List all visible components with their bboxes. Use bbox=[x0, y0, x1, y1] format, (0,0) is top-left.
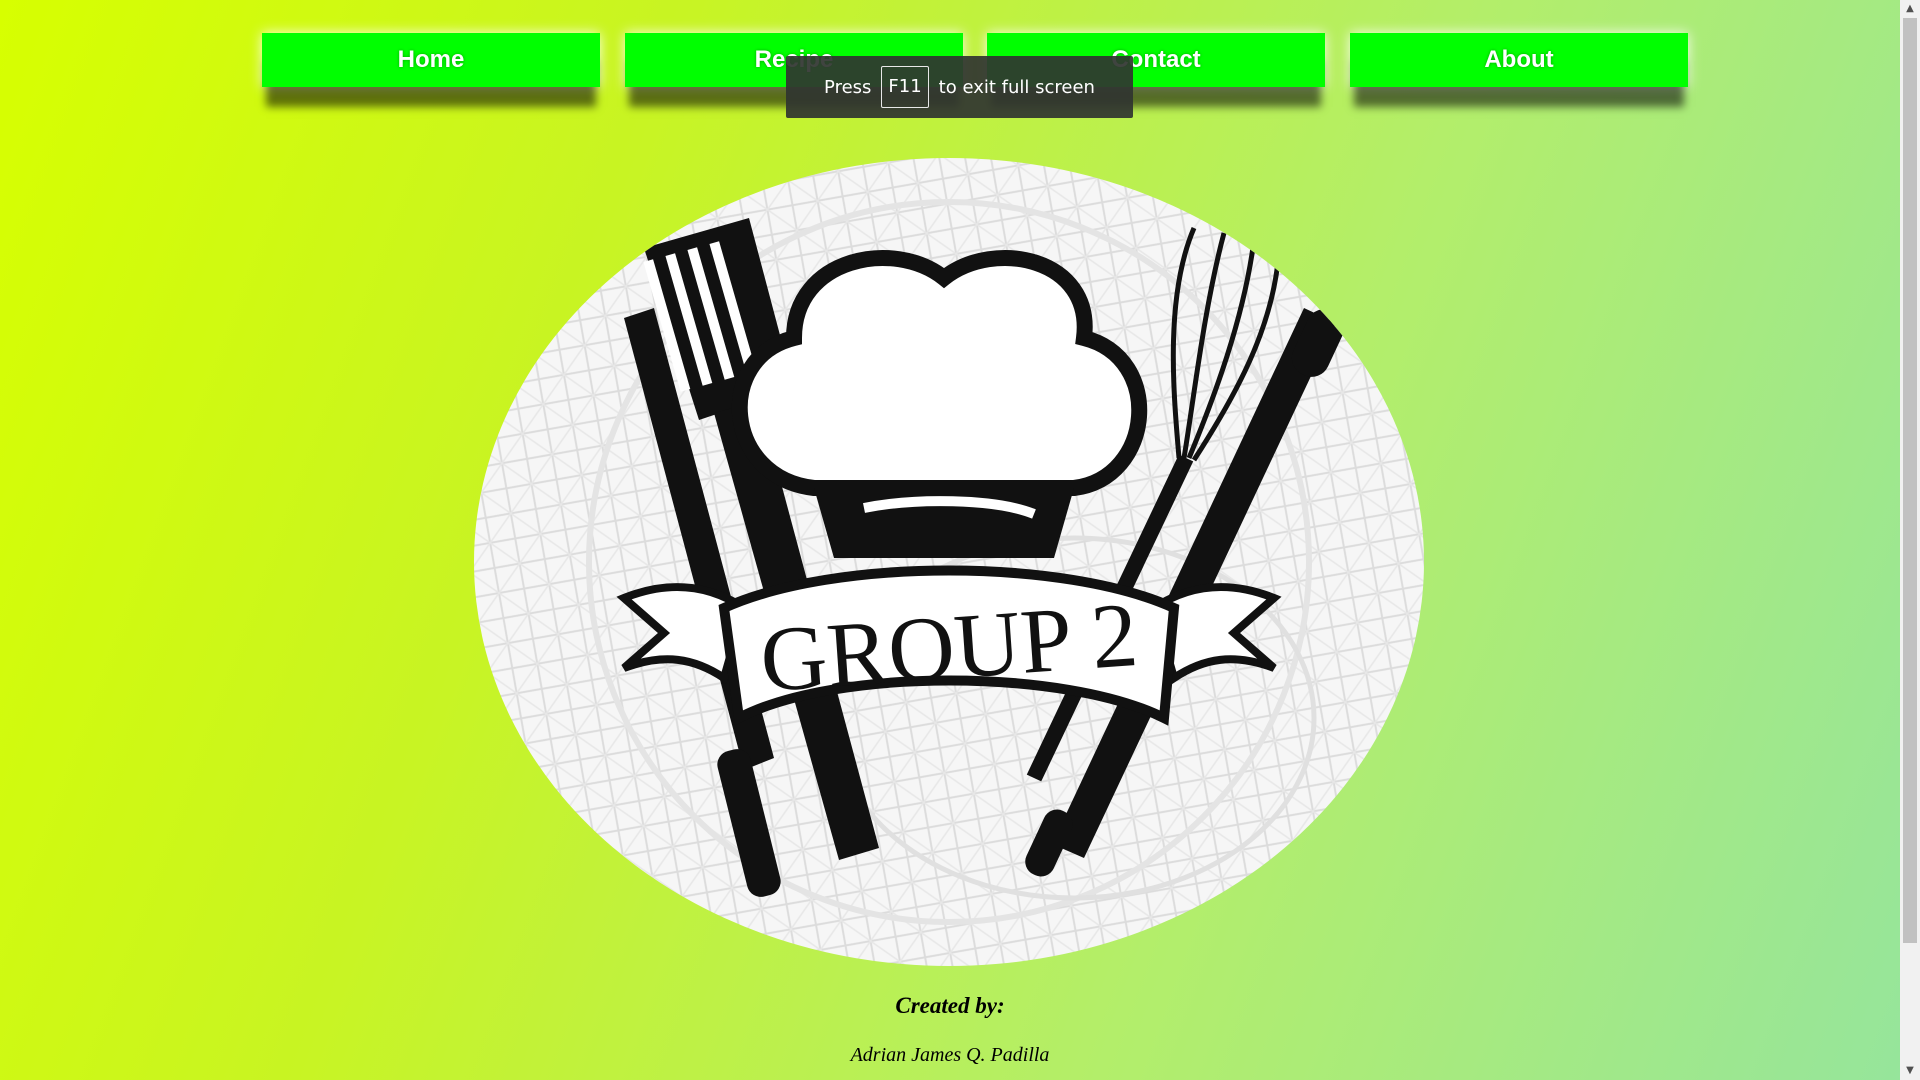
scroll-thumb[interactable] bbox=[1903, 18, 1917, 943]
toast-suffix: to exit full screen bbox=[938, 76, 1095, 98]
nav-about-button[interactable]: About bbox=[1350, 33, 1688, 87]
group-logo: GROUP 2 bbox=[474, 158, 1424, 966]
scroll-down-icon[interactable]: ▼ bbox=[1900, 1062, 1920, 1080]
vertical-scrollbar[interactable]: ▲ ▼ bbox=[1900, 0, 1920, 1080]
credits-heading: Created by: bbox=[895, 993, 1005, 1018]
toast-key: F11 bbox=[881, 66, 929, 108]
scroll-up-icon[interactable]: ▲ bbox=[1900, 0, 1920, 18]
fullscreen-toast: Press F11 to exit full screen bbox=[786, 56, 1133, 118]
toast-prefix: Press bbox=[824, 76, 872, 98]
credits-name: Adrian James Q. Padilla bbox=[850, 1044, 1050, 1066]
nav-home-button[interactable]: Home bbox=[262, 33, 600, 87]
page-background: Home Recipe Contact About bbox=[0, 0, 1900, 1080]
